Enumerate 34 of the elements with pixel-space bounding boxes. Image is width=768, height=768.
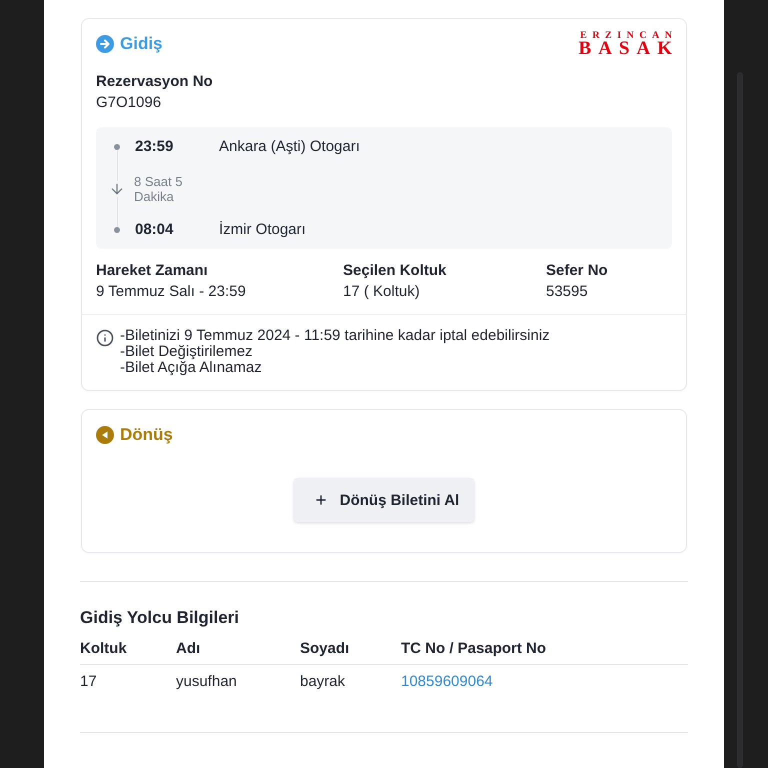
field-label: Sefer No: [546, 261, 609, 281]
field-label: Seçilen Koltuk: [343, 261, 448, 281]
info-icon: [96, 329, 114, 347]
column-header: Adı: [176, 639, 300, 664]
trip-title: Gidiş: [120, 33, 163, 55]
buy-return-ticket-button[interactable]: Dönüş Biletini Al: [294, 478, 474, 522]
table-cell: yusufhan: [176, 673, 237, 690]
column-header: Soyadı: [300, 639, 401, 664]
column-header: TC No / Pasaport No: [401, 639, 688, 664]
table-cell: bayrak: [300, 673, 346, 690]
note-text: -Biletinizi 9 Temmuz 2024 - 11:59 tarihine kadar iptal edebilirsiniz: [120, 328, 550, 344]
stop-dot-icon: [114, 144, 120, 150]
field-value: G7O1096: [96, 93, 162, 113]
field-value: 9 Temmuz Salı - 23:59: [96, 282, 247, 302]
id-number-link[interactable]: 10859609064: [401, 673, 493, 690]
field-value: 17 ( Koltuk): [343, 282, 421, 302]
field-label: Rezervasyon No: [96, 72, 214, 92]
departure-time: 08:04: [135, 220, 174, 240]
section-heading: Gidiş Yolcu Bilgileri: [80, 607, 240, 629]
logo-text: BASAK: [578, 40, 679, 57]
trip-duration: 8 Saat 5 Dakika: [134, 174, 184, 204]
note-text: -Bilet Açığa Alınamaz: [120, 360, 262, 376]
departure-time: 23:59: [135, 137, 174, 157]
column-header: Koltuk: [80, 639, 176, 664]
plus-icon: [314, 493, 328, 507]
note-text: -Bilet Değiştirilemez: [120, 344, 253, 360]
stop-dot-icon: [114, 227, 120, 233]
field-label: Hareket Zamanı: [96, 261, 209, 281]
station-name: Ankara (Aşti) Otogarı: [219, 137, 360, 157]
trip-title: Dönüş: [120, 424, 173, 446]
field-value: 53595: [546, 282, 589, 302]
station-name: İzmir Otogarı: [219, 220, 306, 240]
logo-text: ERZINCAN: [580, 31, 678, 40]
table-cell: 17: [80, 673, 97, 690]
